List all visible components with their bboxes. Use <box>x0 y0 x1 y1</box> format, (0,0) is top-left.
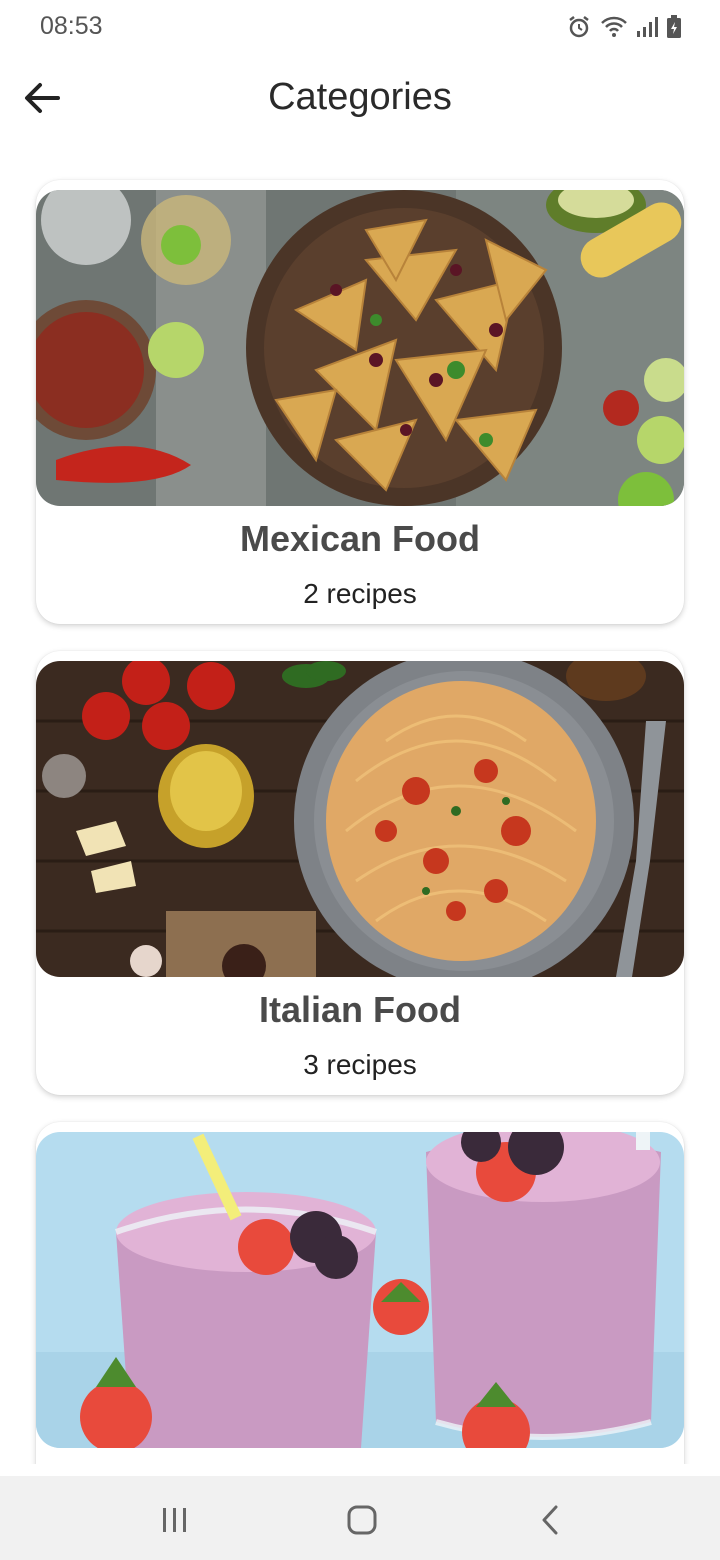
back-nav-icon <box>542 1505 558 1535</box>
home-icon <box>347 1505 377 1535</box>
signal-icon <box>636 16 658 38</box>
status-icons <box>566 14 682 40</box>
category-card-mexican[interactable]: Mexican Food 2 recipes <box>36 180 684 624</box>
category-image-spaghetti <box>36 661 684 977</box>
category-image-smoothie <box>36 1132 684 1448</box>
app-bar: Categories <box>0 56 720 146</box>
category-title: Mexican Food <box>239 518 481 559</box>
system-nav-bar <box>0 1476 720 1560</box>
category-card-smoothie[interactable] <box>36 1122 684 1464</box>
alarm-icon <box>566 14 592 40</box>
recent-apps-icon <box>163 1508 186 1532</box>
category-list[interactable]: Mexican Food 2 recipes Italian Food 3 re… <box>0 146 720 1464</box>
status-bar: 08:53 <box>0 0 720 56</box>
page-title: Categories <box>268 76 452 118</box>
category-card-italian[interactable]: Italian Food 3 recipes <box>36 651 684 1095</box>
back-nav-button[interactable] <box>520 1498 580 1542</box>
category-image-nachos <box>36 190 684 506</box>
status-time: 08:53 <box>40 12 103 40</box>
recent-apps-button[interactable] <box>145 1498 205 1542</box>
category-recipe-count: 2 recipes <box>303 578 417 609</box>
home-button[interactable] <box>332 1498 392 1542</box>
category-recipe-count: 3 recipes <box>303 1049 417 1080</box>
category-title: Italian Food <box>259 989 461 1030</box>
wifi-icon <box>600 15 628 39</box>
battery-icon <box>666 15 682 39</box>
